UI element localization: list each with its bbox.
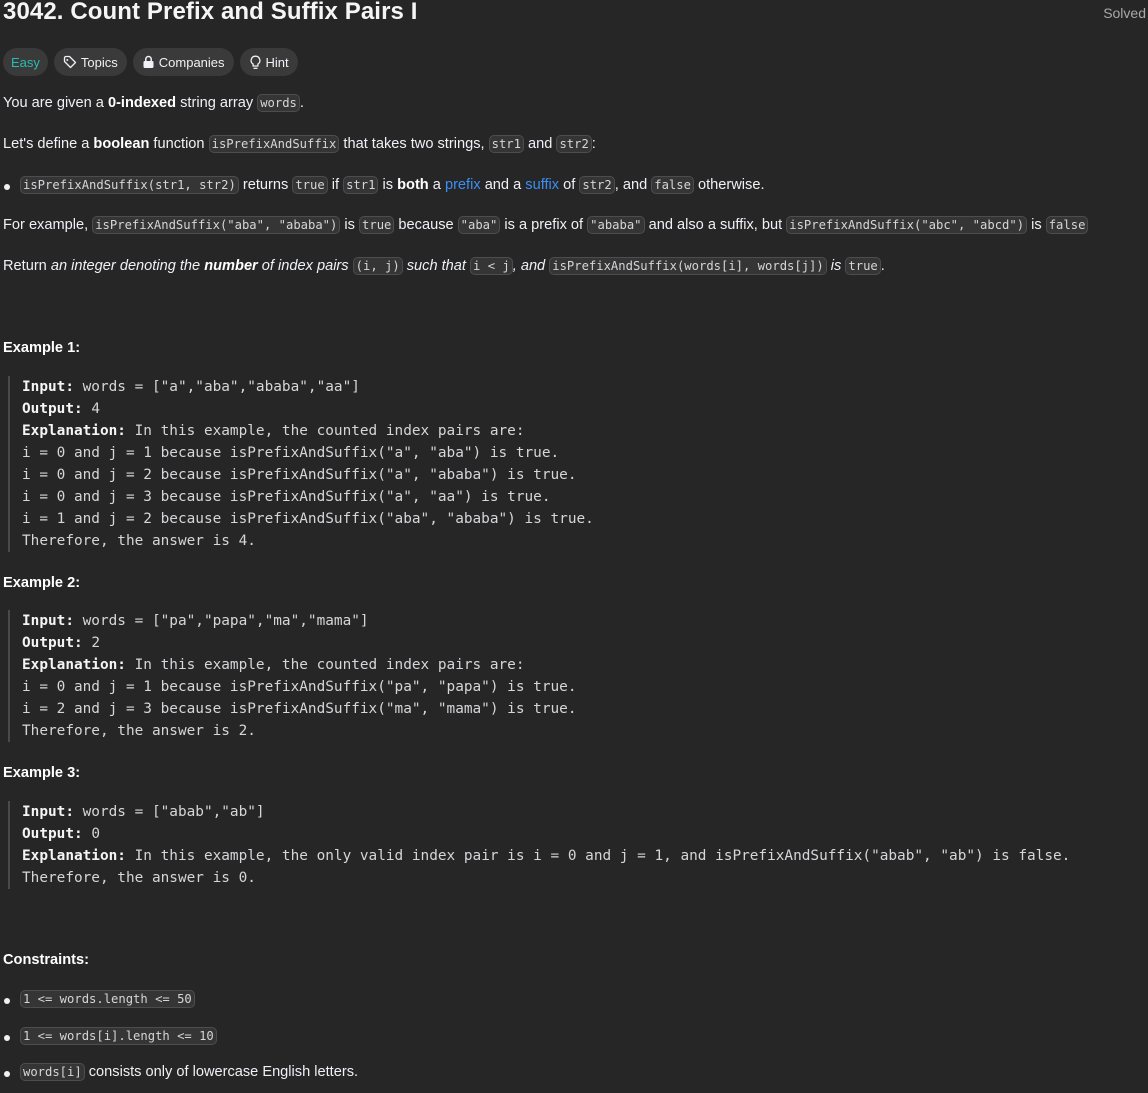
constraint-2: 1 <= words[i].length <= 10	[20, 1027, 217, 1045]
bullet-dot	[4, 1035, 10, 1041]
hint-label: Hint	[265, 54, 289, 70]
constraint-1: 1 <= words.length <= 50	[20, 990, 195, 1008]
suffix-link[interactable]: suffix	[525, 177, 559, 193]
example-2-block: Input: words = ["pa","papa","ma","mama"]…	[8, 610, 577, 742]
lightbulb-icon	[249, 55, 262, 70]
example-1-heading: Example 1:	[3, 340, 81, 356]
bullet-dot	[4, 998, 10, 1004]
topics-button[interactable]: Topics	[53, 48, 127, 76]
difficulty-badge[interactable]: Easy	[3, 48, 48, 76]
example-3-heading: Example 3:	[3, 765, 81, 781]
solved-status: Solved	[1103, 5, 1146, 21]
topics-label: Topics	[80, 54, 118, 70]
example-3-block: Input: words = ["abab","ab"] Output: 0 E…	[8, 801, 1070, 889]
description-line-3: For example, isPrefixAndSuffix("aba", "a…	[3, 216, 1089, 234]
tag-icon	[63, 55, 77, 69]
prefix-link[interactable]: prefix	[445, 177, 481, 193]
bullet-dot	[4, 1071, 10, 1077]
companies-button[interactable]: Companies	[132, 48, 234, 76]
constraint-3: words[i] consists only of lowercase Engl…	[20, 1063, 358, 1081]
description-line-4: Return an integer denoting the number of…	[3, 257, 885, 275]
description-line-2: Let's define a boolean function isPrefix…	[3, 135, 596, 153]
problem-title: 3042. Count Prefix and Suffix Pairs I	[3, 0, 418, 25]
tag-bar: Easy Topics Companies Hint	[3, 48, 298, 76]
hint-button[interactable]: Hint	[239, 48, 298, 76]
difficulty-label: Easy	[11, 54, 40, 70]
example-2-heading: Example 2:	[3, 575, 81, 591]
constraints-heading: Constraints:	[3, 952, 89, 968]
bullet-dot	[4, 184, 10, 190]
description-line-1: You are given a 0-indexed string array w…	[3, 94, 304, 112]
example-1-block: Input: words = ["a","aba","ababa","aa"] …	[8, 376, 594, 552]
companies-label: Companies	[158, 54, 225, 70]
lock-icon	[142, 55, 155, 69]
description-bullet: isPrefixAndSuffix(str1, str2) returns tr…	[20, 176, 765, 194]
